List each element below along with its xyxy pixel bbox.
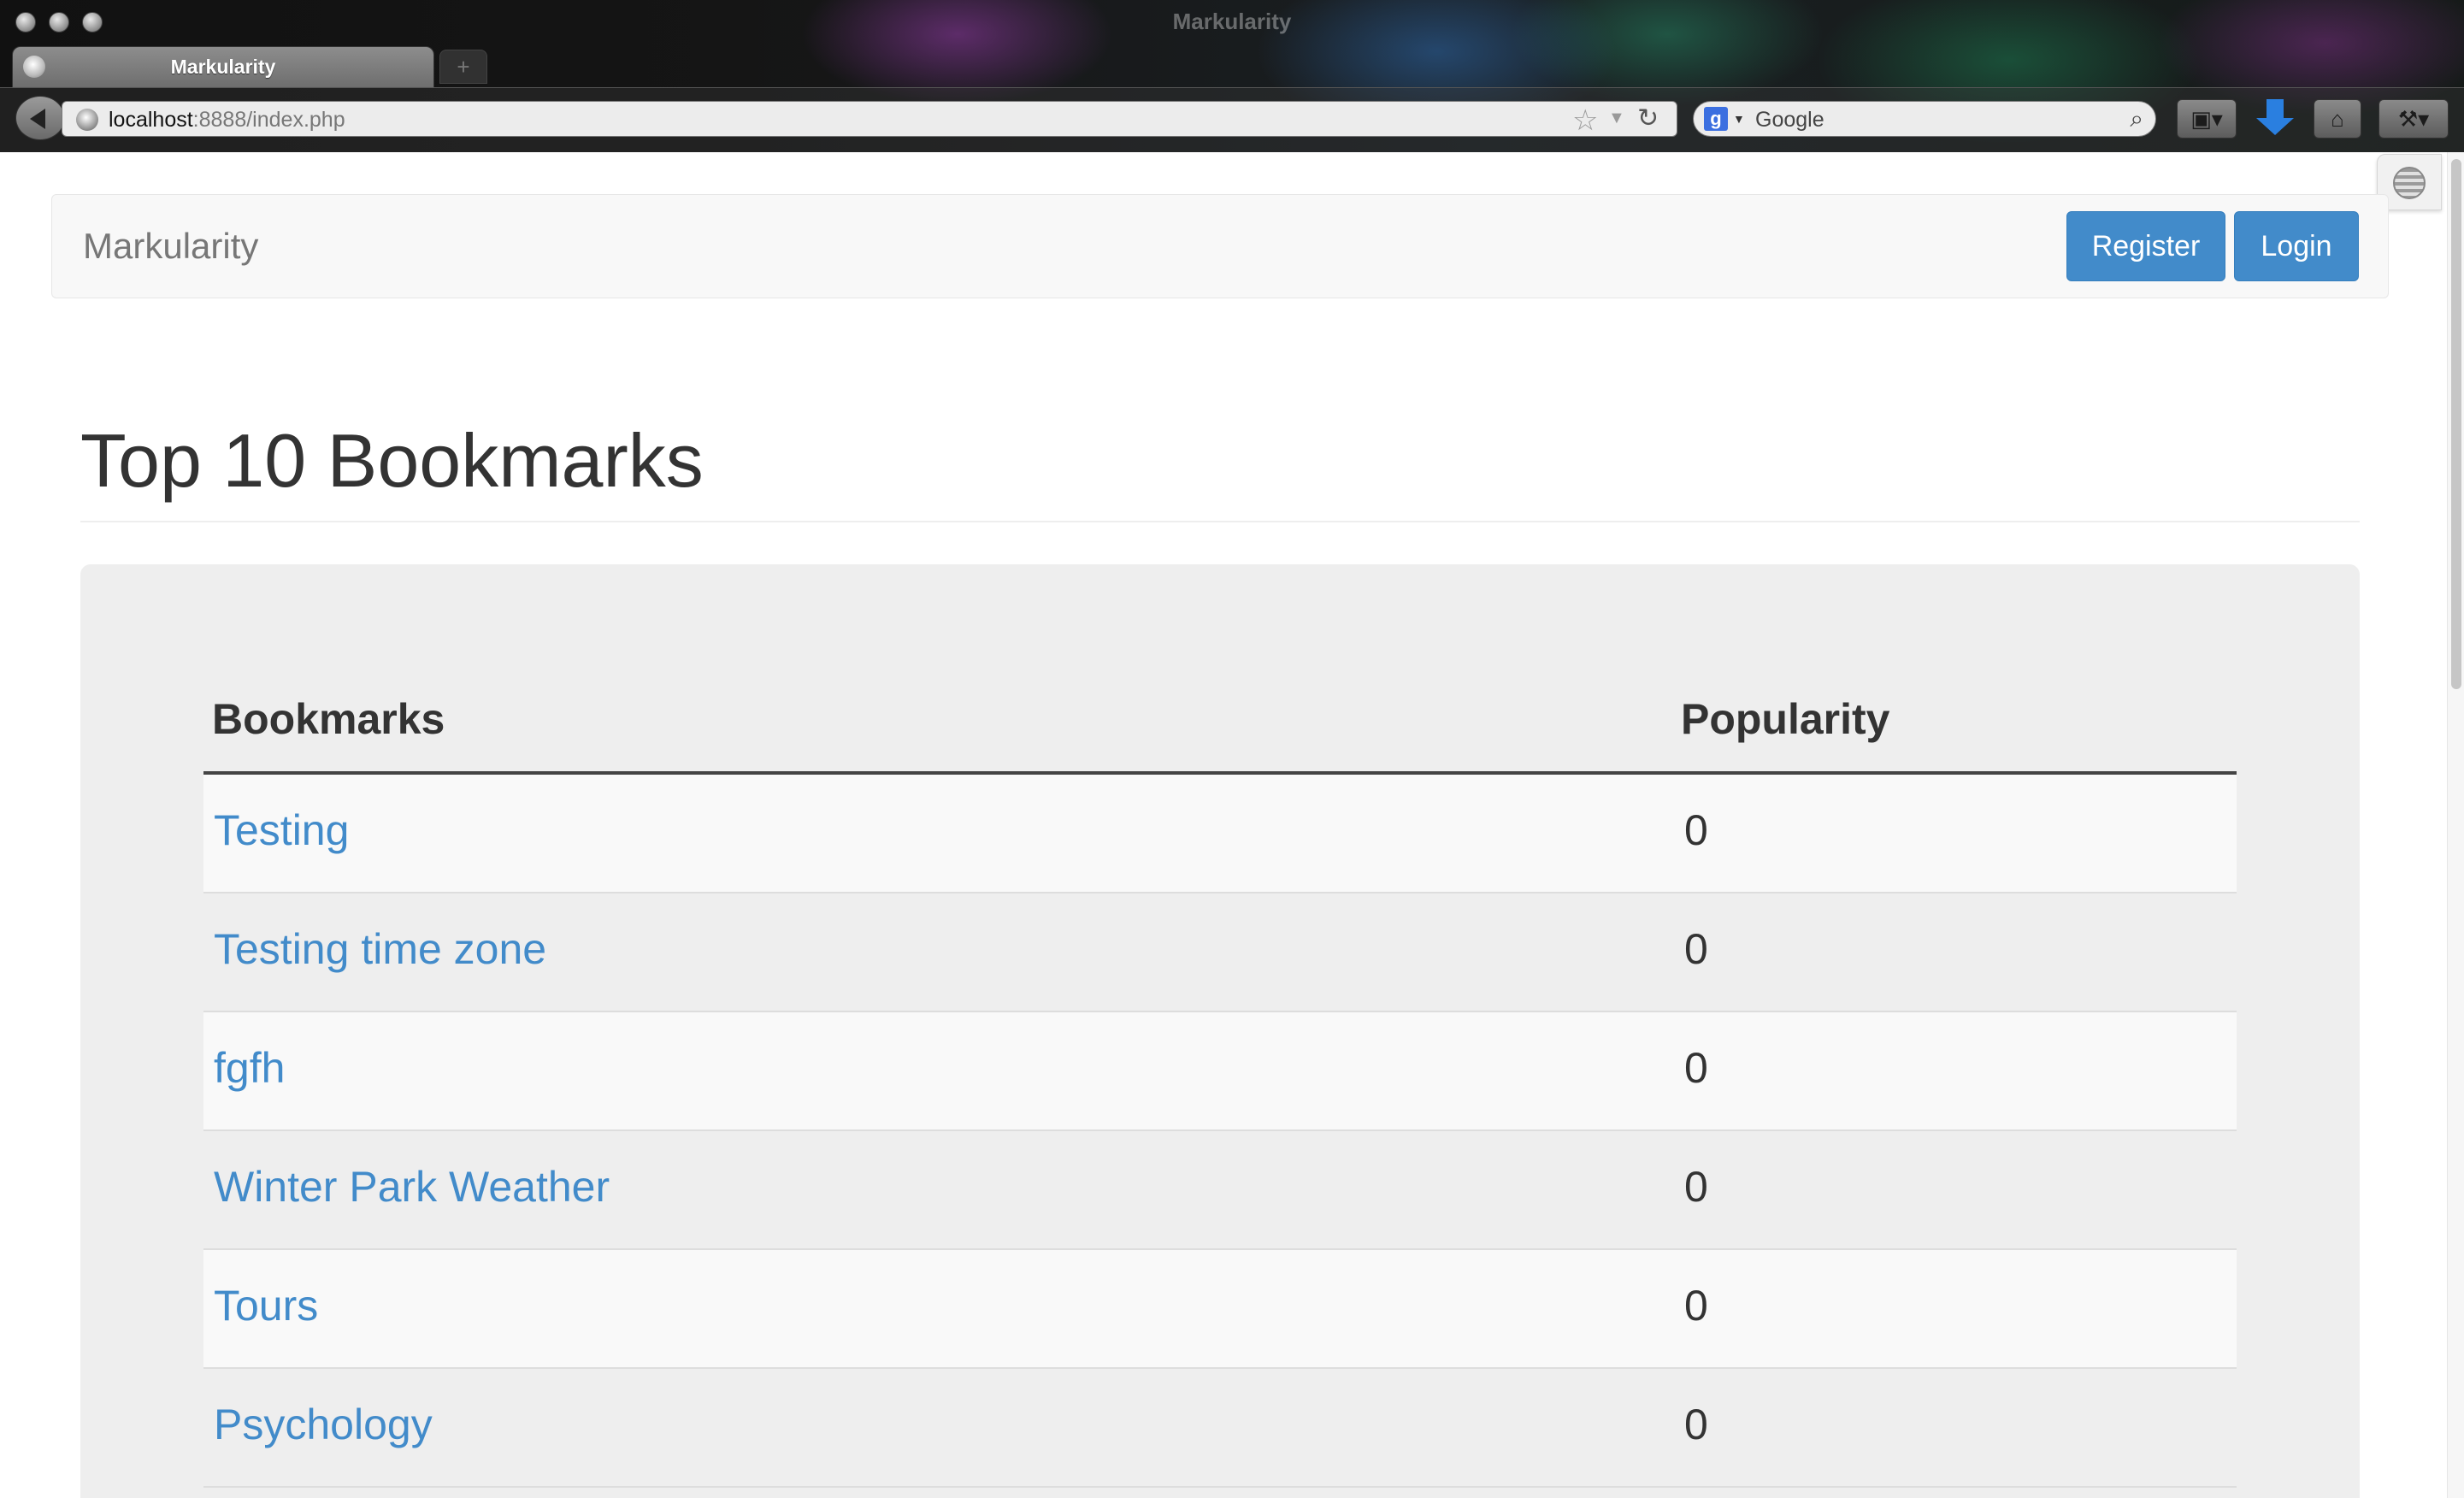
- table-row: fgfh 0: [203, 1012, 2237, 1131]
- address-bar[interactable]: localhost:8888/index.php ☆ ▼ ↻: [62, 101, 1677, 137]
- browser-chrome: Markularity Markularity + localhost:8888…: [0, 0, 2464, 152]
- popularity-value: 0: [1684, 1044, 1708, 1092]
- url-text[interactable]: localhost:8888/index.php: [109, 108, 345, 133]
- vertical-scrollbar[interactable]: [2447, 152, 2464, 1498]
- back-icon[interactable]: [15, 96, 65, 140]
- table-row: Tours 0: [203, 1250, 2237, 1369]
- bookmark-link[interactable]: Winter Park Weather: [214, 1162, 610, 1212]
- globe-icon: [76, 109, 98, 131]
- download-icon[interactable]: [2254, 96, 2296, 140]
- popularity-value: 0: [1684, 925, 1708, 973]
- new-tab-button[interactable]: +: [439, 50, 487, 84]
- tools-icon[interactable]: ⚒▾: [2379, 99, 2449, 139]
- title-divider: [80, 521, 2360, 522]
- register-button[interactable]: Register: [2066, 211, 2225, 281]
- brand-link[interactable]: Markularity: [83, 226, 258, 267]
- page-title: Top 10 Bookmarks: [80, 418, 704, 503]
- table-row: Testing 0: [203, 775, 2237, 893]
- tab-title: Markularity: [170, 56, 276, 78]
- url-host: localhost: [109, 108, 193, 132]
- table-row: Psychology 0: [203, 1369, 2237, 1488]
- bookmark-link[interactable]: fgfh: [214, 1043, 285, 1093]
- search-engine-name: Google: [1755, 108, 1824, 132]
- home-icon[interactable]: ⌂: [2314, 99, 2361, 139]
- column-header-bookmarks: Bookmarks: [212, 695, 445, 743]
- url-path: :8888/index.php: [192, 108, 345, 132]
- column-header-popularity: Popularity: [1681, 695, 1890, 743]
- popularity-value: 0: [1684, 1401, 1708, 1448]
- bookmark-link[interactable]: Testing time zone: [214, 924, 546, 974]
- bookmark-star-icon[interactable]: ☆: [1572, 103, 1598, 138]
- popularity-value: 0: [1684, 1163, 1708, 1211]
- table-row: Testing time zone 0: [203, 893, 2237, 1012]
- google-icon[interactable]: g: [1704, 107, 1728, 131]
- bookmark-link[interactable]: Psychology: [214, 1400, 433, 1449]
- browser-tab[interactable]: Markularity: [12, 46, 434, 87]
- navbar: Markularity Register Login: [51, 194, 2389, 298]
- window-title: Markularity: [1172, 9, 1292, 34]
- bookmarks-icon[interactable]: ▣▾: [2177, 99, 2237, 139]
- popularity-value: 0: [1684, 806, 1708, 854]
- login-button[interactable]: Login: [2234, 211, 2359, 281]
- reload-icon[interactable]: ↻: [1637, 103, 1659, 133]
- scrollbar-thumb[interactable]: [2451, 159, 2461, 689]
- search-icon[interactable]: ⌕: [2130, 105, 2143, 133]
- popularity-value: 0: [1684, 1282, 1708, 1330]
- bookmark-link[interactable]: Testing: [214, 805, 349, 855]
- bookmark-link[interactable]: Tours: [214, 1281, 318, 1330]
- table-row: Winter Park Weather 0: [203, 1131, 2237, 1250]
- history-dropdown-icon[interactable]: ▼: [1608, 109, 1625, 128]
- search-bar[interactable]: g ▼ Google ⌕: [1693, 101, 2156, 137]
- search-engine-dropdown-icon[interactable]: ▼: [1733, 112, 1745, 126]
